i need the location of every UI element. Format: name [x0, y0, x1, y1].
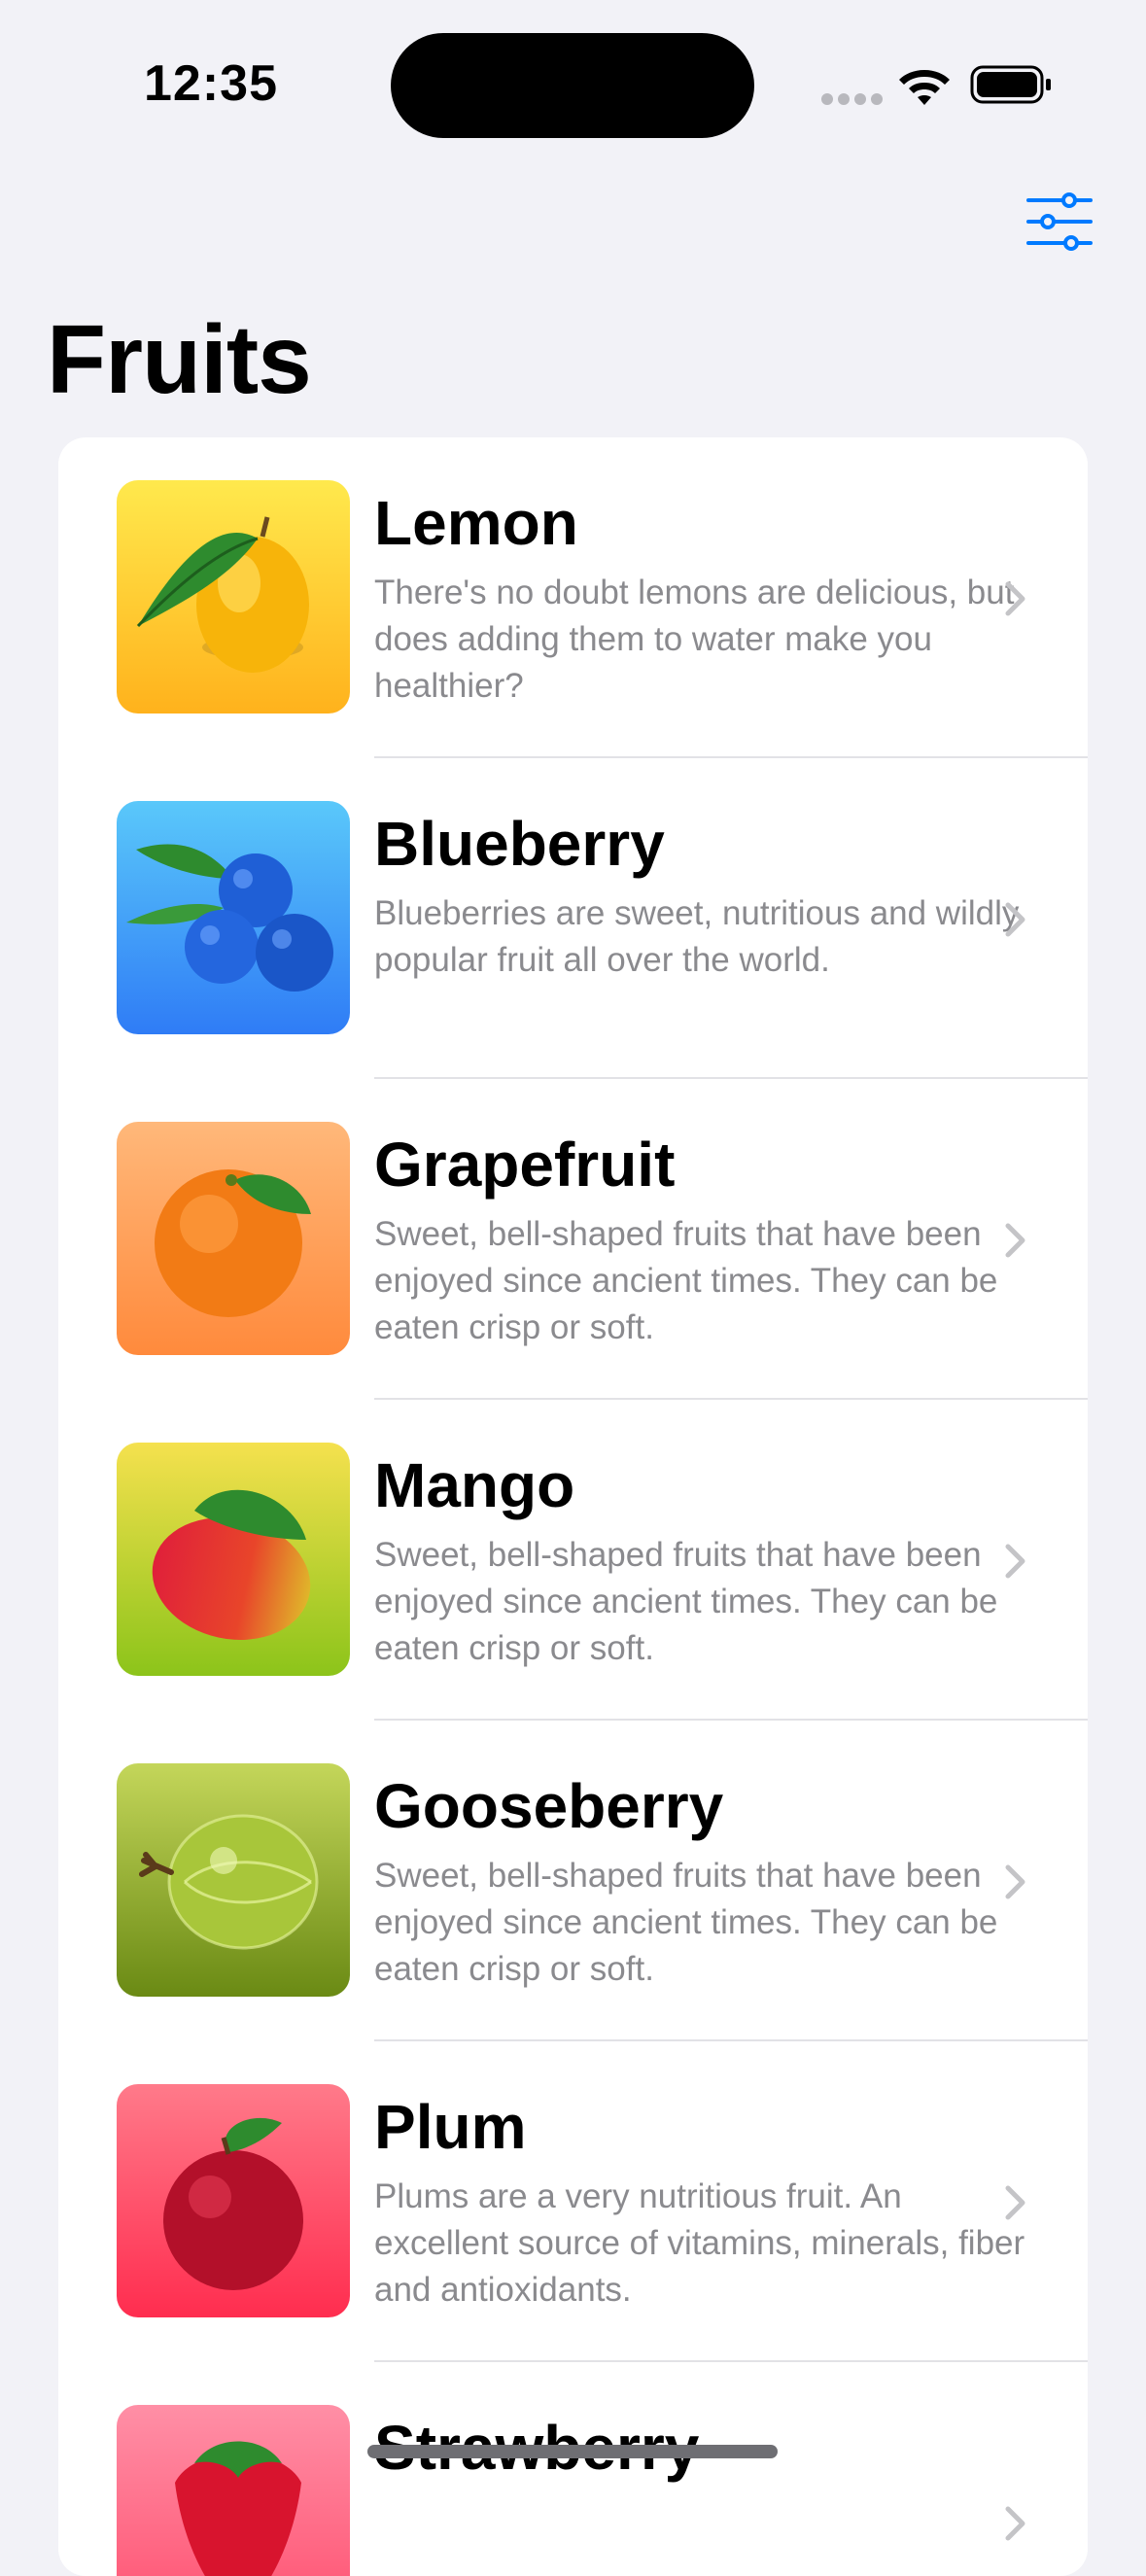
fruit-name: Lemon: [374, 488, 578, 558]
fruit-name: Plum: [374, 2092, 527, 2162]
status-bar: 12:35: [0, 0, 1146, 165]
list-item-gooseberry[interactable]: Gooseberry Sweet, bell-shaped fruits tha…: [58, 1721, 1088, 2041]
wifi-icon: [899, 70, 950, 105]
fruit-name: Grapefruit: [374, 1130, 676, 1200]
filter-button[interactable]: [1024, 191, 1094, 253]
home-indicator[interactable]: [367, 2445, 778, 2458]
gooseberry-image: [117, 1763, 350, 1997]
chevron-right-icon: [1005, 2185, 1025, 2220]
chevron-right-icon: [1005, 581, 1025, 616]
mango-image: [117, 1443, 350, 1676]
fruit-description: Blueberries are sweet, nutritious and wi…: [374, 894, 1020, 979]
fruit-list: Lemon There's no doubt lemons are delici…: [58, 437, 1088, 2576]
fruit-thumbnail: [117, 801, 350, 1034]
fruit-description: Plums are a very nutritious fruit. An ex…: [374, 2177, 1025, 2309]
list-item-lemon[interactable]: Lemon There's no doubt lemons are delici…: [58, 437, 1088, 758]
fruit-name: Blueberry: [374, 809, 665, 879]
dynamic-island: [391, 33, 754, 138]
list-item-blueberry[interactable]: Blueberry Blueberries are sweet, nutriti…: [58, 758, 1088, 1079]
chevron-right-icon: [1005, 1223, 1025, 1258]
fruit-description: Sweet, bell-shaped fruits that have been…: [374, 1215, 998, 1346]
fruit-name: Mango: [374, 1450, 575, 1520]
fruit-thumbnail: [117, 480, 350, 714]
list-item-plum[interactable]: Plum Plums are a very nutritious fruit. …: [58, 2041, 1088, 2362]
blueberry-image: [117, 801, 350, 1034]
strawberry-image: [117, 2405, 350, 2576]
status-time: 12:35: [144, 55, 278, 112]
chevron-right-icon: [1005, 1544, 1025, 1579]
sliders-icon: [1026, 192, 1093, 251]
chevron-right-icon: [1005, 1864, 1025, 1899]
chevron-right-icon: [1005, 2506, 1025, 2541]
fruit-description: There's no doubt lemons are delicious, b…: [374, 574, 1015, 705]
fruit-name: Gooseberry: [374, 1771, 724, 1841]
fruit-thumbnail: [117, 2084, 350, 2317]
list-item-grapefruit[interactable]: Grapefruit Sweet, bell-shaped fruits tha…: [58, 1079, 1088, 1400]
fruit-thumbnail: [117, 1443, 350, 1676]
plum-image: [117, 2084, 350, 2317]
grapefruit-image: [117, 1122, 350, 1355]
list-item-strawberry[interactable]: Strawberry: [58, 2362, 1088, 2576]
chevron-right-icon: [1005, 902, 1025, 937]
fruit-thumbnail: [117, 1763, 350, 1997]
battery-icon: [970, 65, 1051, 104]
fruit-description: Sweet, bell-shaped fruits that have been…: [374, 1536, 998, 1667]
page-title: Fruits: [47, 305, 312, 414]
fruit-description: Sweet, bell-shaped fruits that have been…: [374, 1857, 998, 1988]
lemon-image: [117, 480, 350, 714]
signal-dots-icon: [821, 93, 883, 105]
list-item-mango[interactable]: Mango Sweet, bell-shaped fruits that hav…: [58, 1400, 1088, 1721]
fruit-thumbnail: [117, 2405, 350, 2576]
fruit-thumbnail: [117, 1122, 350, 1355]
